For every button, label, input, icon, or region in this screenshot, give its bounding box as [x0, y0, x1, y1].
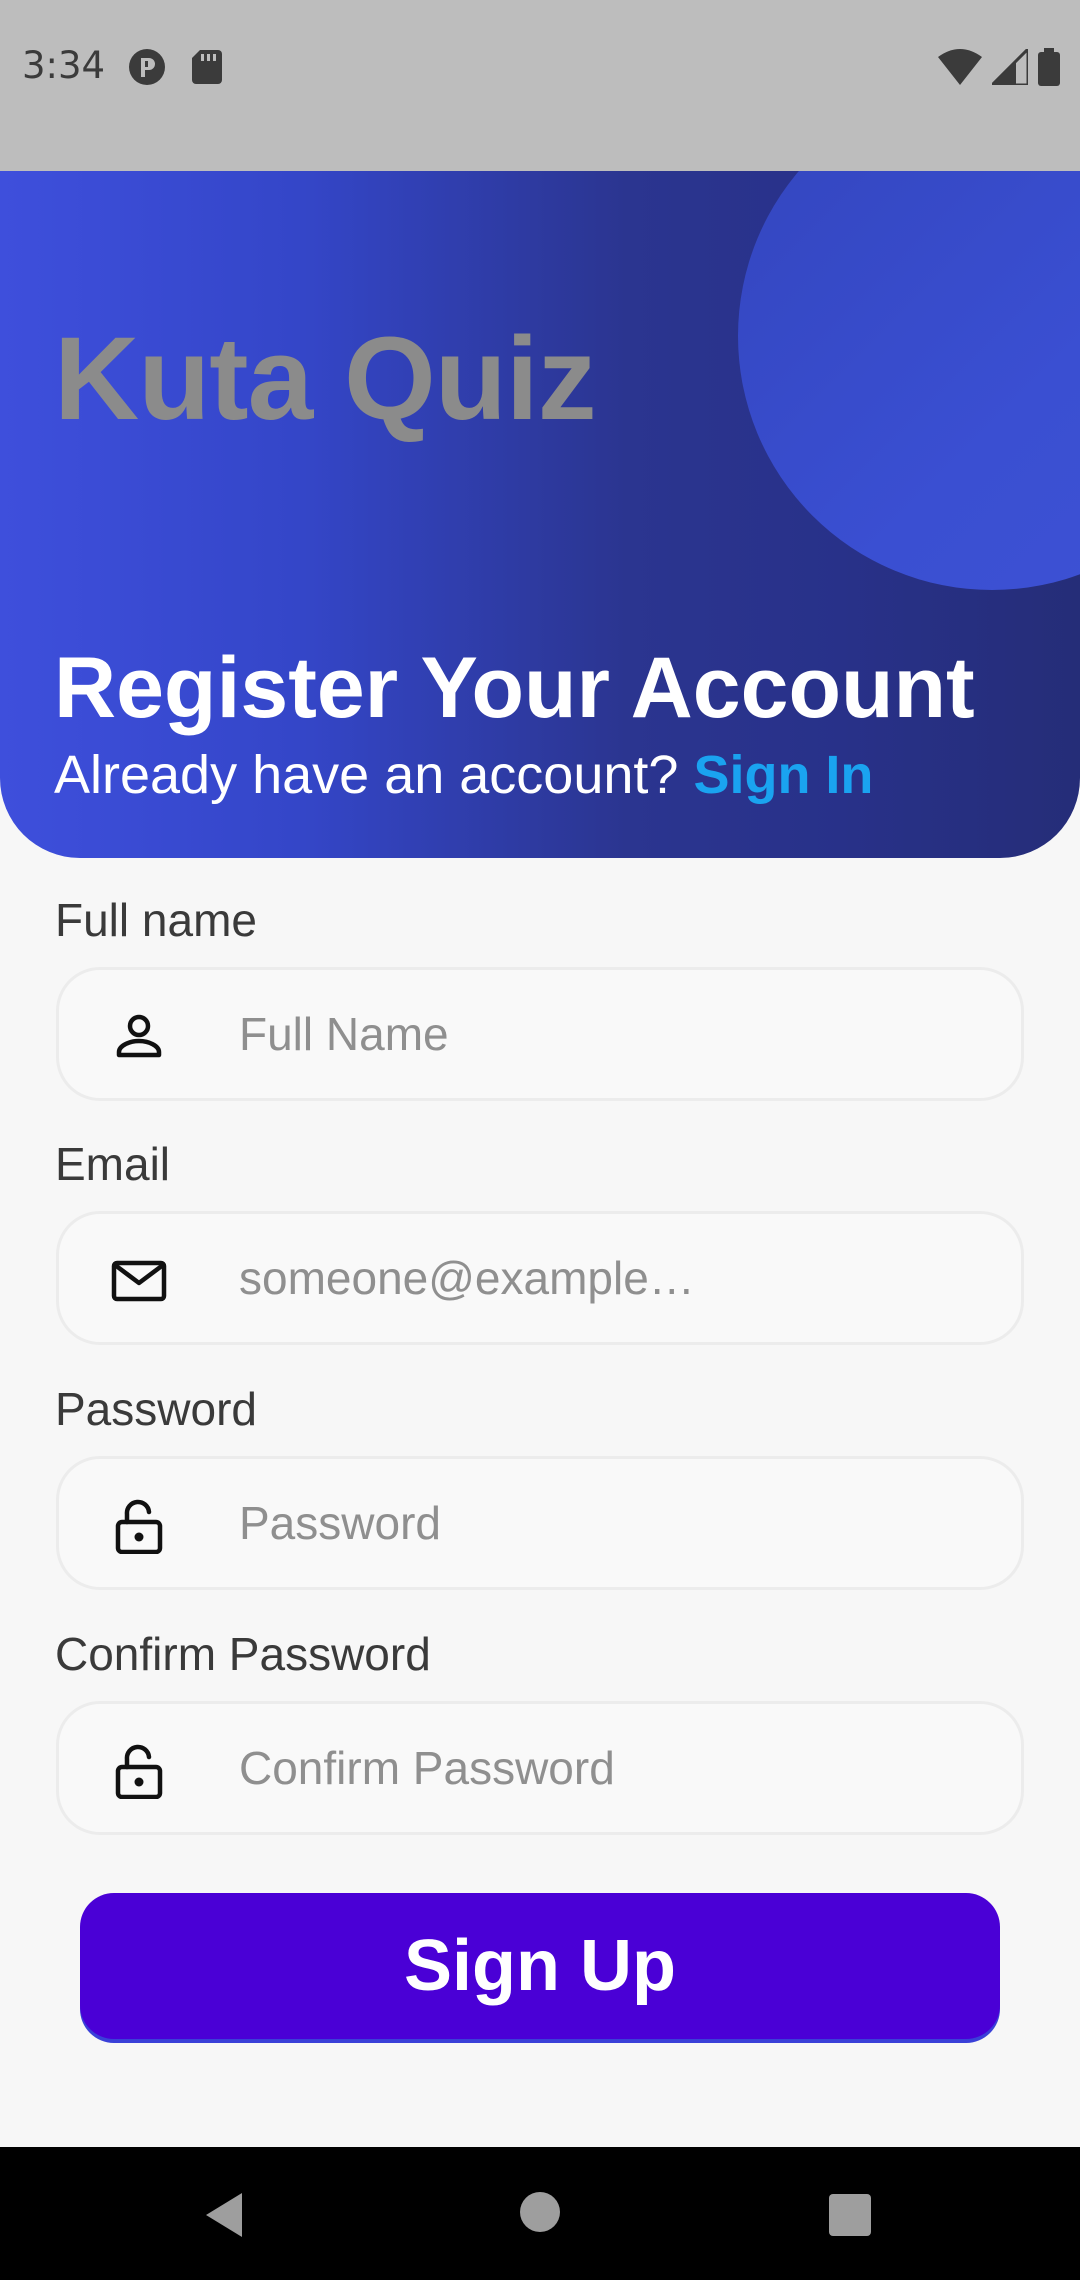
wifi-icon	[938, 49, 982, 90]
header-banner: Kuta Quiz Register Your Account Already …	[0, 171, 1080, 858]
signin-prompt-text: Already have an account?	[54, 745, 694, 805]
home-icon[interactable]	[519, 2191, 561, 2238]
password-field[interactable]	[56, 1456, 1024, 1590]
app-notification-icon	[128, 48, 166, 91]
full-name-field[interactable]	[56, 967, 1024, 1101]
app-title: Kuta Quiz	[54, 313, 597, 445]
status-bar: 3:34	[0, 0, 1080, 171]
signin-link[interactable]: Sign In	[693, 745, 873, 805]
sd-card-icon	[192, 50, 222, 89]
password-input[interactable]	[239, 1459, 979, 1587]
sign-up-button[interactable]: Sign Up	[80, 1893, 1000, 2039]
email-field[interactable]	[56, 1211, 1024, 1345]
confirm-password-field[interactable]	[56, 1701, 1024, 1835]
cellular-signal-icon	[988, 45, 1030, 90]
status-time: 3:34	[22, 44, 106, 87]
page-title: Register Your Account	[54, 640, 975, 736]
signin-prompt: Already have an account? Sign In	[54, 744, 873, 806]
password-label: Password	[55, 1383, 257, 1435]
decorative-circle	[738, 171, 1080, 590]
confirm-password-label: Confirm Password	[55, 1628, 431, 1680]
back-icon[interactable]	[202, 2191, 246, 2244]
system-nav-bar	[0, 2147, 1080, 2280]
person-icon	[111, 1009, 167, 1065]
recents-icon[interactable]	[829, 2194, 871, 2241]
confirm-password-input[interactable]	[239, 1704, 979, 1832]
lock-icon	[111, 1743, 167, 1800]
email-input[interactable]	[239, 1214, 979, 1342]
full-name-input[interactable]	[239, 970, 979, 1098]
mail-icon	[111, 1253, 167, 1309]
lock-icon	[111, 1498, 167, 1555]
battery-icon	[1038, 48, 1060, 91]
status-right-icons	[938, 45, 1060, 91]
email-label: Email	[55, 1138, 171, 1190]
register-screen: 3:34 Kuta Quiz Register Your Account Alr…	[0, 0, 1080, 2280]
full-name-label: Full name	[55, 894, 257, 946]
